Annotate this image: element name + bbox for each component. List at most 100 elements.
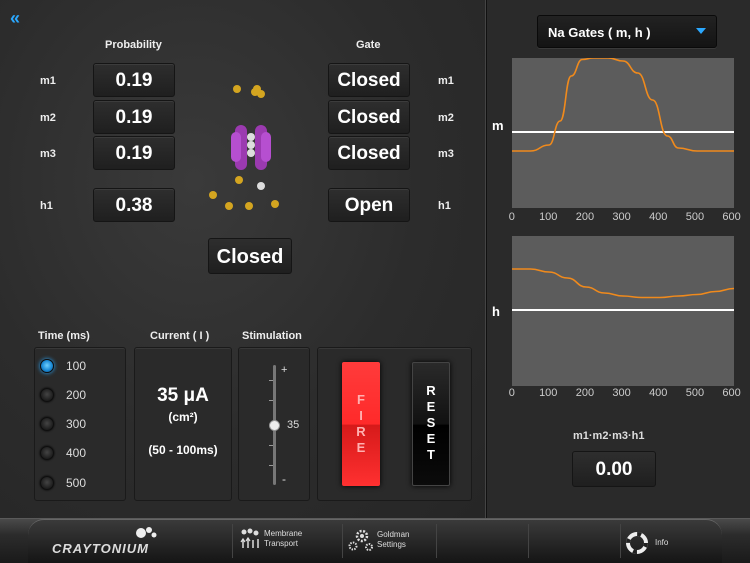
x-tick-label: 500 [685,211,705,223]
product-label: m1·m2·m3·h1 [573,430,645,442]
radio-button[interactable] [40,417,54,431]
button-letter: E [426,431,436,446]
dropdown-label: Na Gates ( m, h ) [548,25,651,40]
time-option-500[interactable]: 500 [40,473,86,493]
time-option-400[interactable]: 400 [40,443,86,463]
probability-m2: 0.19 [93,100,175,134]
time-option-label: 300 [66,417,87,431]
time-option-100[interactable]: 100 [40,356,86,376]
fire-button[interactable]: FIRE [342,362,380,486]
x-tick-label: 0 [508,387,515,399]
craytonium-logo-icon [136,527,157,538]
current-panel: 35 μA (cm²) (50 - 100ms) [134,347,232,501]
slider-tick [269,445,273,446]
button-letter: I [359,408,363,423]
row-label-m1: m1 [40,75,56,87]
reset-label: RESET [413,383,449,463]
button-letter: R [426,383,436,398]
slider-plus-label: + [281,364,288,376]
slider-tick [269,465,273,466]
time-option-300[interactable]: 300 [40,414,86,434]
button-letter: T [427,447,435,462]
label-line: Info [655,538,669,547]
label-line: Membrane [264,529,303,538]
membrane-transport-label: Membrane Transport [264,529,302,549]
x-tick-label: 600 [722,211,741,223]
row-label-m3-right: m3 [438,148,454,160]
row-label-h1-right: h1 [438,200,451,212]
toolbar-separator [232,524,233,558]
chevron-down-icon [696,28,706,34]
membrane-transport-button[interactable]: Membrane Transport [240,528,302,550]
gate-state-m1: Closed [328,63,410,97]
button-letter: F [357,392,365,407]
toolbar-separator [528,524,529,558]
craytonium-logo: CRAYTONIUM [52,541,149,556]
ion-channel-icon [209,85,279,210]
radio-button[interactable] [40,446,54,460]
current-value: 35 μA [157,385,209,406]
lifebuoy-icon [626,532,648,554]
toolbar-separator [342,524,343,558]
probability-h1: 0.38 [93,188,175,222]
x-tick-label: 200 [575,387,595,399]
row-label-m2-right: m2 [438,112,454,124]
channel-state: Closed [208,238,292,274]
gate-type-dropdown[interactable]: Na Gates ( m, h ) [537,15,717,48]
slider-tick [269,380,273,381]
probability-m1: 0.19 [93,63,175,97]
time-option-label: 100 [66,359,87,373]
button-letter: S [426,415,436,430]
h-chart [512,268,734,311]
button-letter: E [426,399,436,414]
time-header: Time (ms) [38,330,90,342]
button-letter: R [356,424,366,439]
gate-state-m3: Closed [328,136,410,170]
label-line: Transport [264,539,298,548]
row-label-m1-right: m1 [438,75,454,87]
radio-button[interactable] [40,359,54,373]
gate-state-m2: Closed [328,100,410,134]
goldman-settings-label: Goldman Settings [377,530,409,550]
gate-state-h1: Open [328,188,410,222]
m-chart [512,58,734,152]
toolbar-separator [436,524,437,558]
x-tick-label: 500 [685,387,705,399]
current-unit: (cm²) [168,410,198,424]
info-label: Info [655,538,668,548]
slider-minus-label: - [282,472,286,486]
reset-button[interactable]: RESET [412,362,450,486]
radio-button[interactable] [40,388,54,402]
fire-label: FIRE [342,392,380,456]
panel-divider [485,0,487,518]
time-option-label: 400 [66,446,87,460]
gate-header: Gate [356,39,381,51]
time-option-label: 200 [66,388,87,402]
x-tick-label: 300 [612,387,631,399]
info-button[interactable]: Info [626,532,668,554]
h-plot-label: h [492,304,500,319]
series-line [512,58,734,152]
membrane-transport-icon [240,528,259,548]
probability-m3: 0.19 [93,136,175,170]
x-tick-label: 200 [575,211,595,223]
label-line: Goldman [377,530,410,539]
stimulation-slider-knob[interactable] [269,420,280,431]
stimulation-header: Stimulation [242,330,302,342]
x-tick-label: 400 [649,211,668,223]
time-option-label: 500 [66,476,87,490]
row-label-m2: m2 [40,112,56,124]
row-label-m3: m3 [40,148,56,160]
product-value: 0.00 [572,451,656,487]
goldman-settings-button[interactable]: Goldman Settings [347,528,409,552]
x-tick-label: 100 [539,387,558,399]
double-chevron-left-icon[interactable]: « [10,9,30,27]
label-line: Settings [377,540,406,549]
x-tick-label: 100 [539,211,558,223]
radio-button[interactable] [40,476,54,490]
probability-header: Probability [105,39,162,51]
m-plot-label: m [492,118,504,133]
time-option-200[interactable]: 200 [40,385,86,405]
toolbar-separator [620,524,621,558]
current-range: (50 - 100ms) [148,443,218,457]
